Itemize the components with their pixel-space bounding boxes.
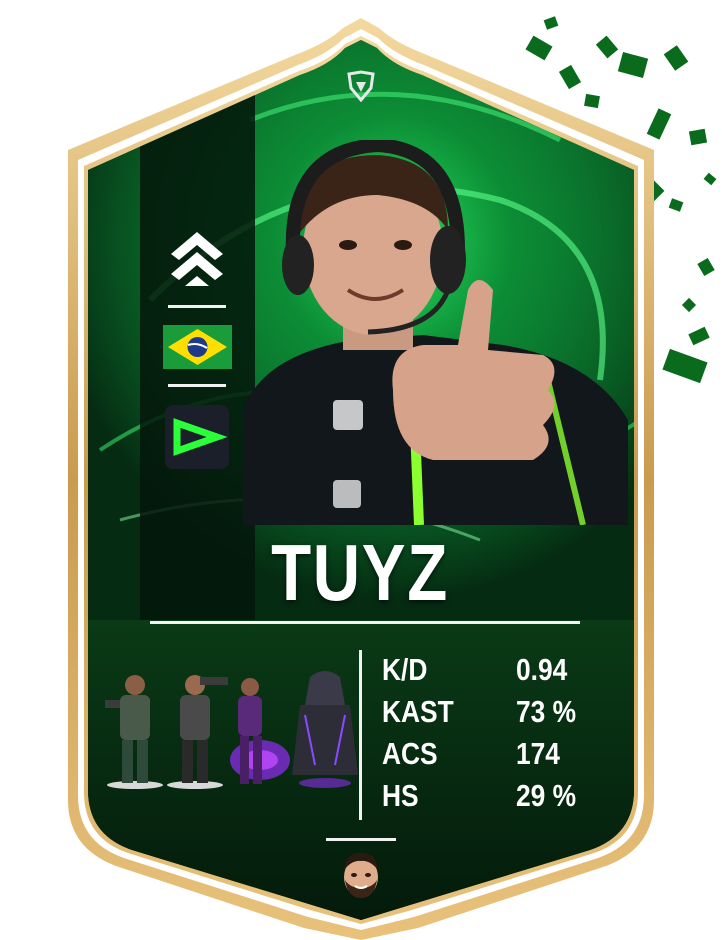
agents-group (100, 665, 360, 790)
stat-row-kd: K/D 0.94 (382, 650, 612, 690)
stat-value: 174 (516, 736, 560, 771)
stat-label: HS (382, 778, 419, 813)
stat-row-acs: ACS 174 (382, 734, 612, 774)
stat-value: 29 % (516, 778, 577, 813)
chevron-rank-icon (167, 228, 227, 288)
player-portrait (243, 137, 628, 526)
reyna-agent-icon (230, 678, 290, 784)
stat-label: KAST (382, 694, 454, 729)
player-name: TUYZ (271, 528, 449, 617)
stats-divider (359, 650, 362, 820)
brazil-flag (163, 325, 232, 369)
side-separator (168, 305, 226, 308)
valorant-shield-icon (345, 70, 377, 103)
stat-row-kast: KAST 73 % (382, 692, 612, 732)
side-separator (168, 384, 226, 387)
stat-value: 73 % (516, 694, 577, 729)
stat-row-hs: HS 29 % (382, 776, 612, 816)
brimstone-agent-icon-2 (167, 675, 228, 789)
brimstone-agent-icon (105, 675, 163, 789)
name-underline (150, 621, 580, 624)
omen-agent-icon (292, 671, 358, 788)
stat-value: 0.94 (516, 652, 568, 687)
stat-label: ACS (382, 736, 438, 771)
stat-label: K/D (382, 652, 428, 687)
bottom-separator (326, 838, 396, 841)
loud-logo (165, 405, 229, 469)
creator-avatar-icon (338, 850, 384, 900)
